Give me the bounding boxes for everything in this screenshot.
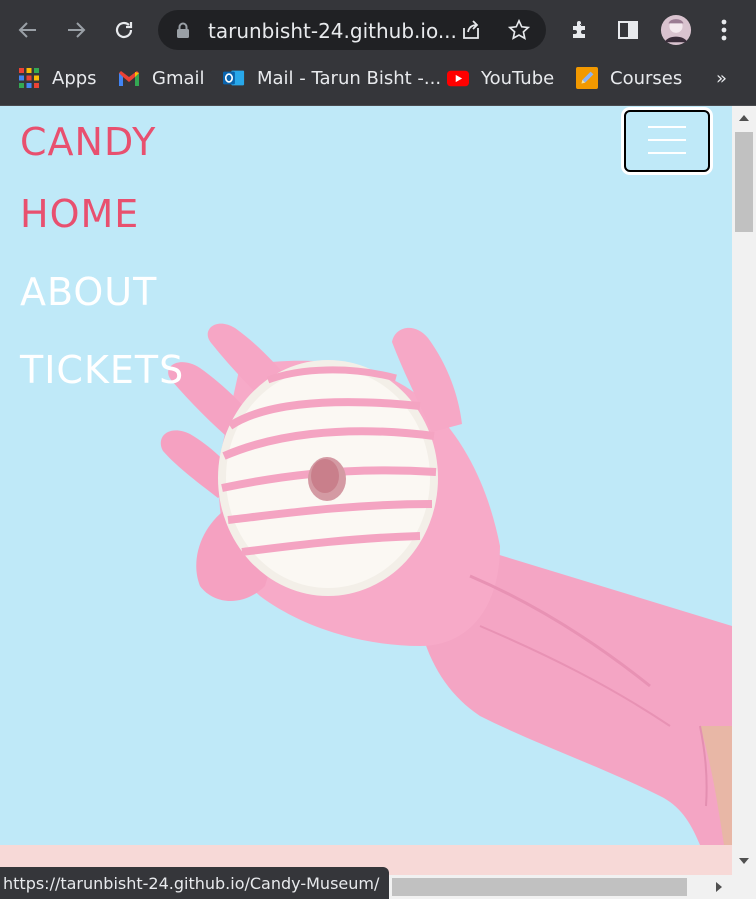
outlook-icon xyxy=(223,67,245,89)
side-panel-icon xyxy=(618,21,638,39)
share-icon[interactable] xyxy=(460,19,482,41)
arrow-left-icon xyxy=(18,22,36,38)
scroll-right-arrow-icon[interactable] xyxy=(715,881,723,893)
kebab-menu-icon xyxy=(721,19,727,41)
star-icon[interactable] xyxy=(508,19,530,41)
scroll-up-arrow-icon[interactable] xyxy=(738,114,750,122)
reload-icon xyxy=(115,21,133,39)
bookmark-apps[interactable]: Apps xyxy=(18,60,97,96)
bookmark-label: YouTube xyxy=(481,67,555,89)
bookmark-label: Gmail xyxy=(152,67,205,89)
pencil-icon xyxy=(576,67,598,89)
page-viewport: CANDY HOME ABOUT TICKETS xyxy=(0,106,732,845)
youtube-icon xyxy=(447,67,469,89)
bookmark-label: Apps xyxy=(52,67,97,89)
profile-avatar[interactable] xyxy=(660,12,692,48)
nav-link-about[interactable]: ABOUT xyxy=(20,270,157,314)
horizontal-scroll-thumb[interactable] xyxy=(392,878,687,896)
nav-link-tickets[interactable]: TICKETS xyxy=(20,348,184,392)
nav-link-home[interactable]: HOME xyxy=(20,192,139,236)
url-text: tarunbisht-24.github.io... xyxy=(208,19,457,43)
bookmark-youtube[interactable]: YouTube xyxy=(447,60,554,96)
side-panel-button[interactable] xyxy=(612,12,644,48)
link-status-bubble: https://tarunbisht-24.github.io/Candy-Mu… xyxy=(0,867,390,899)
bookmarks-overflow-button[interactable]: » xyxy=(716,60,727,96)
reload-button[interactable] xyxy=(108,12,140,48)
bookmark-courses[interactable]: Courses xyxy=(576,60,682,96)
scroll-down-arrow-icon[interactable] xyxy=(738,857,750,865)
forward-button[interactable] xyxy=(60,12,92,48)
navbar-toggler-button[interactable] xyxy=(624,110,710,172)
avatar-icon xyxy=(660,14,692,46)
vertical-scrollbar[interactable] xyxy=(732,106,756,875)
site-brand[interactable]: CANDY xyxy=(20,120,156,164)
bookmark-label: Mail - Tarun Bisht -... xyxy=(257,67,442,89)
bookmarks-bar: Apps Gmail Mail - Tarun Bisht -... YouTu… xyxy=(0,60,756,106)
apps-grid-icon xyxy=(18,67,40,89)
address-bar[interactable]: tarunbisht-24.github.io... xyxy=(158,10,546,50)
back-button[interactable] xyxy=(12,12,44,48)
bookmark-outlook[interactable]: Mail - Tarun Bisht -... xyxy=(223,60,441,96)
menu-button[interactable] xyxy=(708,12,740,48)
extensions-button[interactable] xyxy=(564,12,596,48)
lock-icon xyxy=(177,22,189,38)
bookmark-label: Courses xyxy=(610,67,683,89)
gmail-icon xyxy=(118,67,140,89)
puzzle-icon xyxy=(573,21,585,38)
arrow-right-icon xyxy=(68,22,86,38)
bookmark-gmail[interactable]: Gmail xyxy=(118,60,205,96)
browser-toolbar: tarunbisht-24.github.io... xyxy=(0,0,756,60)
chevron-double-right-icon: » xyxy=(716,67,728,89)
vertical-scroll-thumb[interactable] xyxy=(735,132,753,232)
